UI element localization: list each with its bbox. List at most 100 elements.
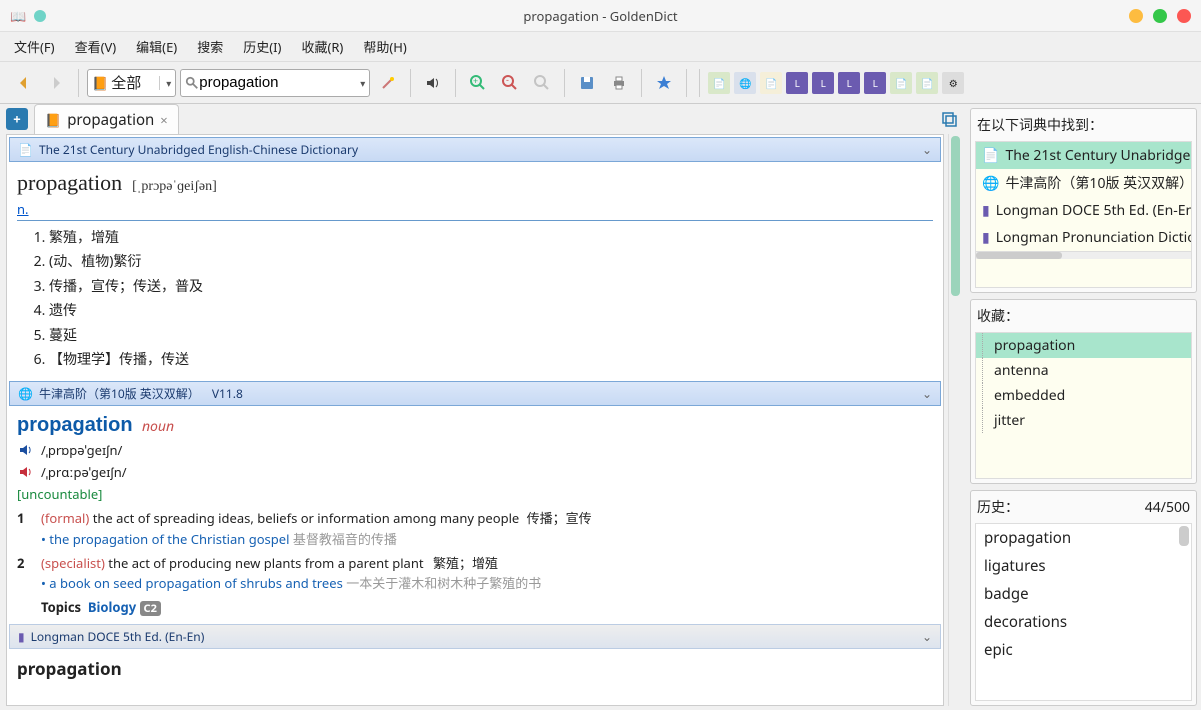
dict-toggle-4[interactable]: L	[786, 72, 808, 94]
dict-toggle-8[interactable]: 📄	[890, 72, 912, 94]
group-selector[interactable]: 📙 全部 ▾	[87, 69, 176, 97]
zoom-in-button[interactable]: +	[464, 69, 492, 97]
expand-button[interactable]	[938, 108, 960, 130]
menu-edit[interactable]: 编辑(E)	[136, 37, 177, 56]
found-dict-item[interactable]: 🌐牛津高阶（第10版 英汉双解）	[976, 169, 1191, 197]
pronounce-button[interactable]	[419, 69, 447, 97]
phonetic-us: /ˌprɑːpəˈɡeɪʃn/	[41, 463, 127, 481]
new-tab-button[interactable]: +	[6, 108, 28, 130]
search-icon	[185, 75, 199, 91]
collapse-icon[interactable]: ⌄	[922, 141, 932, 158]
svg-text:-: -	[506, 75, 509, 86]
dict-header-longman[interactable]: ▮ Longman DOCE 5th Ed. (En-En) ⌄	[9, 624, 941, 649]
dict-header-oald[interactable]: 🌐 牛津高阶（第10版 英汉双解） V11.8 ⌄	[9, 381, 941, 406]
phonetic: [ˌprɔpəˈɡeiʃən]	[132, 179, 217, 195]
example-translation: 基督教福音的传播	[293, 530, 397, 548]
found-dict-item[interactable]: ▮Longman Pronunciation Dictionary	[976, 224, 1191, 251]
dict-icon: 🌐	[18, 385, 33, 402]
pos-link[interactable]: n.	[17, 200, 29, 218]
menu-help[interactable]: 帮助(H)	[363, 37, 406, 56]
sense-number: 1	[17, 509, 31, 529]
print-button[interactable]	[605, 69, 633, 97]
dict-icon: ▮	[18, 628, 25, 645]
dict-toggle-2[interactable]: 🌐	[734, 72, 756, 94]
history-item[interactable]: decorations	[976, 608, 1191, 636]
titlebar: 📖 propagation - GoldenDict	[0, 0, 1201, 32]
search-input[interactable]	[199, 74, 357, 91]
dict-icon: ▮	[982, 201, 990, 220]
menu-file[interactable]: 文件(F)	[14, 37, 55, 56]
history-item[interactable]: ligatures	[976, 552, 1191, 580]
panel-scrollbar[interactable]	[976, 251, 1191, 259]
dict-settings[interactable]: ⚙	[942, 72, 964, 94]
favorite-item[interactable]: antenna	[976, 358, 1191, 383]
divider	[17, 220, 933, 221]
favorite-button[interactable]	[650, 69, 678, 97]
dict-toggle-9[interactable]: 📄	[916, 72, 938, 94]
forward-button[interactable]	[42, 69, 70, 97]
definition-item: (动、植物)繁衍	[49, 251, 933, 273]
content-scrollbar[interactable]	[948, 134, 962, 706]
maximize-button[interactable]	[1153, 9, 1167, 23]
minimize-button[interactable]	[1129, 9, 1143, 23]
speaker-uk-icon[interactable]	[17, 441, 35, 459]
found-dict-item[interactable]: ▮Longman DOCE 5th Ed. (En-En)	[976, 197, 1191, 224]
save-button[interactable]	[573, 69, 601, 97]
right-pane: 在以下词典中找到： 📄The 21st Century Unabridged E…	[966, 104, 1201, 710]
zoom-reset-button[interactable]	[528, 69, 556, 97]
chevron-down-icon[interactable]: ▾	[360, 76, 365, 90]
book-icon: 📙	[45, 111, 61, 129]
dict-toggle-3[interactable]: 📄	[760, 72, 782, 94]
grammar-label: [uncountable]	[17, 485, 933, 503]
zoom-out-button[interactable]: -	[496, 69, 524, 97]
speaker-us-icon[interactable]	[17, 463, 35, 481]
collapse-icon[interactable]: ⌄	[922, 628, 932, 645]
favorite-item[interactable]: jitter	[976, 408, 1191, 433]
favorite-item[interactable]: embedded	[976, 383, 1191, 408]
menu-favorites[interactable]: 收藏(R)	[301, 37, 343, 56]
scrollbar-thumb[interactable]	[951, 136, 960, 296]
found-dict-item[interactable]: 📄The 21st Century Unabridged English-Chi…	[976, 142, 1191, 169]
menu-search[interactable]: 搜索	[197, 37, 223, 56]
scrollbar-thumb[interactable]	[1179, 526, 1189, 546]
cefr-badge: C2	[140, 601, 161, 616]
menu-view[interactable]: 查看(V)	[75, 37, 117, 56]
history-title: 历史：	[977, 497, 1019, 517]
window-title: propagation - GoldenDict	[523, 7, 677, 25]
collapse-icon[interactable]: ⌄	[922, 385, 932, 402]
definition-list: 繁殖，增殖 (动、植物)繁衍 传播，宣传；传送，普及 遗传 蔓延 【物理学】传播…	[17, 227, 933, 371]
headword: propagation	[17, 657, 122, 680]
dict-toggle-1[interactable]: 📄	[708, 72, 730, 94]
history-item[interactable]: epic	[976, 636, 1191, 664]
favorite-item[interactable]: propagation	[976, 333, 1191, 358]
definition-item: 传播，宣传；传送，普及	[49, 276, 933, 298]
found-in-title: 在以下词典中找到：	[975, 113, 1192, 137]
status-dot	[34, 10, 46, 22]
dict-icon: 🌐	[982, 174, 999, 193]
example-link[interactable]: a book on seed propagation of shrubs and…	[49, 574, 343, 592]
entry-21century: propagation [ˌprɔpəˈɡeiʃən] n. 繁殖，增殖 (动、…	[7, 164, 943, 379]
tab-propagation[interactable]: 📙 propagation ×	[34, 104, 179, 134]
left-pane: + 📙 propagation × 📄 The 21st Century Una…	[0, 104, 966, 710]
menu-history[interactable]: 历史(I)	[243, 37, 281, 56]
wand-button[interactable]	[374, 69, 402, 97]
article-content[interactable]: 📄 The 21st Century Unabridged English-Ch…	[6, 134, 944, 706]
definition: the act of producing new plants from a p…	[108, 554, 423, 572]
scrollbar-thumb[interactable]	[976, 252, 1062, 259]
back-button[interactable]	[10, 69, 38, 97]
history-item[interactable]: badge	[976, 580, 1191, 608]
dict-toggle-6[interactable]: L	[838, 72, 860, 94]
definition: the act of spreading ideas, beliefs or i…	[93, 509, 520, 527]
dict-toggle-5[interactable]: L	[812, 72, 834, 94]
tab-close-button[interactable]: ×	[160, 111, 167, 129]
chevron-down-icon: ▾	[159, 76, 171, 90]
dict-header-21century[interactable]: 📄 The 21st Century Unabridged English-Ch…	[9, 137, 941, 162]
example-link[interactable]: the propagation of the Christian gospel	[49, 530, 289, 548]
favorites-title: 收藏：	[975, 304, 1192, 328]
topic-link[interactable]: Biology	[88, 598, 136, 616]
history-item[interactable]: propagation	[976, 524, 1191, 552]
search-box[interactable]: ▾	[180, 69, 370, 97]
close-button[interactable]	[1177, 9, 1191, 23]
dict-toggle-7[interactable]: L	[864, 72, 886, 94]
svg-text:+: +	[473, 75, 478, 87]
